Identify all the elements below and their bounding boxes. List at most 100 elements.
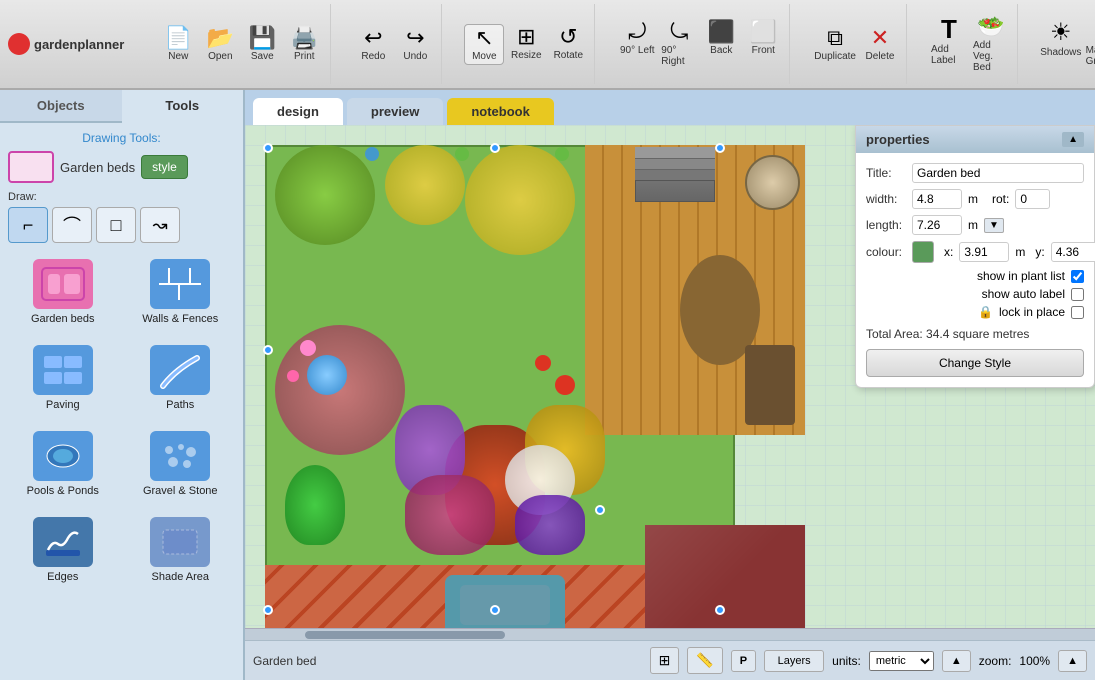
lock-icon: 🔒 xyxy=(978,305,993,319)
handle-br[interactable] xyxy=(715,605,725,615)
garden-beds-preview: Garden beds style xyxy=(8,151,235,183)
h-scrollbar[interactable] xyxy=(245,628,1095,640)
max-grid-button[interactable]: ⊞ Max. Grid xyxy=(1084,19,1095,69)
add-label-button[interactable]: T Add Label xyxy=(929,14,969,75)
category-label: Garden beds xyxy=(60,160,135,175)
draw-label: Draw: xyxy=(8,191,235,203)
drawing-tools-label: Drawing Tools: xyxy=(8,131,235,145)
tool-gravel[interactable]: Gravel & Stone xyxy=(126,425,236,503)
undo-button[interactable]: ↪ Undo xyxy=(395,25,435,64)
tool-paving[interactable]: Paving xyxy=(8,339,118,417)
auto-label-checkbox[interactable] xyxy=(1071,288,1084,301)
colour-swatch[interactable] xyxy=(912,241,934,263)
move-button[interactable]: ↖ Move xyxy=(464,24,504,65)
handle-bl[interactable] xyxy=(263,605,273,615)
rot-input[interactable] xyxy=(1015,189,1050,209)
front-button[interactable]: ⬜ Front xyxy=(743,19,783,69)
y-input[interactable] xyxy=(1051,242,1095,262)
edit-group: ⧉ Duplicate ✕ Delete xyxy=(806,4,907,84)
change-style-button[interactable]: Change Style xyxy=(866,349,1084,377)
p-button[interactable]: P xyxy=(731,650,756,672)
plant-list-checkbox[interactable] xyxy=(1071,270,1084,283)
tab-objects[interactable]: Objects xyxy=(0,90,122,123)
open-button[interactable]: 📂 Open xyxy=(200,25,240,64)
save-icon: 💾 xyxy=(249,27,276,49)
handle-tr[interactable] xyxy=(715,143,725,153)
delete-button[interactable]: ✕ Delete xyxy=(860,25,900,64)
title-row: Title: xyxy=(866,163,1084,183)
bottom-bar: Garden bed ⊞ 📏 P Layers units: metric im… xyxy=(245,640,1095,680)
total-area: Total Area: 34.4 square metres xyxy=(866,327,1084,341)
units-select[interactable]: metric imperial xyxy=(869,651,934,671)
tab-notebook[interactable]: notebook xyxy=(447,98,554,125)
properties-collapse-button[interactable]: ▲ xyxy=(1062,132,1084,147)
shade-label: Shade Area xyxy=(152,571,210,583)
add-group: T Add Label 🥗 Add Veg. Bed xyxy=(923,4,1018,84)
rotate-icon: ↺ xyxy=(559,26,577,48)
redo-button[interactable]: ↩ Redo xyxy=(353,25,393,64)
tab-preview[interactable]: preview xyxy=(347,98,443,125)
draw-tool-freeform[interactable]: ↝ xyxy=(140,207,180,243)
tab-tools[interactable]: Tools xyxy=(122,90,244,123)
tool-edges[interactable]: Edges xyxy=(8,511,118,589)
rotate-right-button[interactable]: ⤿ 90° Right xyxy=(659,19,699,69)
ruler-button[interactable]: 📏 xyxy=(687,647,722,674)
lock-label: lock in place xyxy=(999,305,1065,319)
handle-mr[interactable] xyxy=(595,505,605,515)
width-input[interactable] xyxy=(912,189,962,209)
tool-paths[interactable]: Paths xyxy=(126,339,236,417)
tool-gardenbed[interactable]: Garden beds xyxy=(8,253,118,331)
logo-icon xyxy=(8,33,30,55)
gardenbed-label: Garden beds xyxy=(31,313,95,325)
duplicate-button[interactable]: ⧉ Duplicate xyxy=(812,25,858,64)
tab-design[interactable]: design xyxy=(253,98,343,125)
shadows-button[interactable]: ☀ Shadows xyxy=(1040,19,1082,69)
plant-list-row: show in plant list xyxy=(866,269,1084,283)
pools-icon xyxy=(33,431,93,481)
undo-icon: ↪ xyxy=(406,27,424,49)
draw-tool-rect[interactable]: ⌐ xyxy=(8,207,48,243)
layers-button[interactable]: Layers xyxy=(764,650,824,672)
tool-walls[interactable]: Walls & Fences xyxy=(126,253,236,331)
draw-tool-curve[interactable]: ⌒ xyxy=(52,207,92,243)
length-input[interactable] xyxy=(912,215,962,235)
style-button[interactable]: style xyxy=(141,155,188,179)
units-up-button[interactable]: ▲ xyxy=(942,650,971,672)
new-button[interactable]: 📄 New xyxy=(158,25,198,64)
grid-button[interactable]: ⊞ xyxy=(650,647,680,674)
resize-button[interactable]: ⊞ Resize xyxy=(506,24,546,65)
draw-tool-square[interactable]: □ xyxy=(96,207,136,243)
handle-tm[interactable] xyxy=(490,143,500,153)
draw-tools-row: ⌐ ⌒ □ ↝ xyxy=(8,207,235,243)
print-button[interactable]: 🖨️ Print xyxy=(284,25,324,64)
properties-header: properties ▲ xyxy=(856,126,1094,153)
garden-scene[interactable]: properties ▲ Title: width: m xyxy=(245,125,1095,640)
shadows-icon: ☀ xyxy=(1050,21,1072,45)
save-button[interactable]: 💾 Save xyxy=(242,25,282,64)
auto-label-label: show auto label xyxy=(982,287,1065,301)
add-veg-bed-button[interactable]: 🥗 Add Veg. Bed xyxy=(971,14,1011,75)
rotate-button[interactable]: ↺ Rotate xyxy=(548,24,588,65)
x-label: x: xyxy=(944,245,953,259)
zoom-up-button[interactable]: ▲ xyxy=(1058,650,1087,672)
canvas-wrapper[interactable]: properties ▲ Title: width: m xyxy=(245,125,1095,680)
length-step-button[interactable]: ▼ xyxy=(984,218,1004,233)
duplicate-icon: ⧉ xyxy=(827,27,843,49)
tool-pools[interactable]: Pools & Ponds xyxy=(8,425,118,503)
walls-icon xyxy=(150,259,210,309)
handle-bm[interactable] xyxy=(490,605,500,615)
rotate-left-button[interactable]: ⤾ 90° Left xyxy=(617,19,657,69)
colour-label: colour: xyxy=(866,245,906,259)
handle-tl[interactable] xyxy=(263,143,273,153)
handle-ml[interactable] xyxy=(263,345,273,355)
lock-checkbox[interactable] xyxy=(1071,306,1084,319)
view-group: ☀ Shadows ⊞ Max. Grid xyxy=(1034,4,1095,84)
file-group: 📄 New 📂 Open 💾 Save 🖨️ Print xyxy=(152,4,331,84)
move-icon: ↖ xyxy=(475,27,493,49)
x-input[interactable] xyxy=(959,242,1009,262)
back-button[interactable]: ⬛ Back xyxy=(701,19,741,69)
tool-shade[interactable]: Shade Area xyxy=(126,511,236,589)
colour-row: colour: x: m y: m xyxy=(866,241,1084,263)
width-row: width: m rot: xyxy=(866,189,1084,209)
title-input[interactable] xyxy=(912,163,1084,183)
